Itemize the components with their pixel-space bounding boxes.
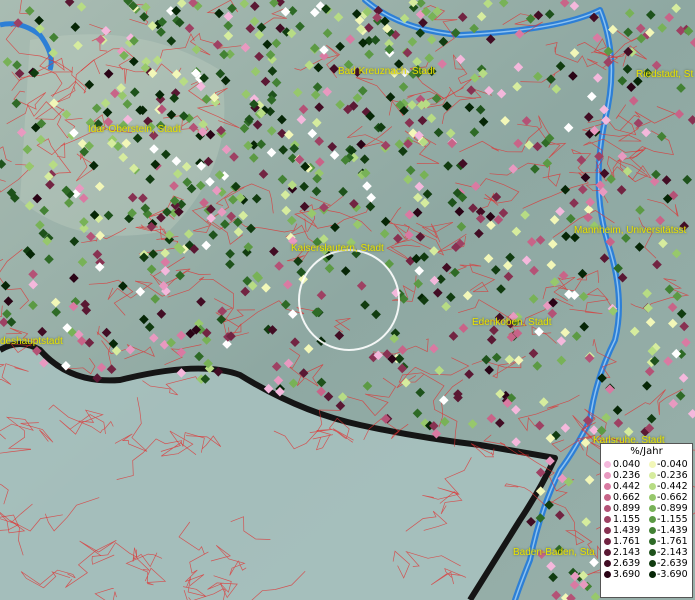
- legend-swatch-positive: [604, 560, 611, 567]
- legend-swatch-negative: [649, 527, 656, 534]
- legend-value-negative: -3.690: [657, 569, 688, 580]
- legend-swatch-positive: [604, 461, 611, 468]
- legend-row: 0.442 -0.442: [601, 481, 694, 492]
- legend-swatch-negative: [649, 549, 656, 556]
- city-label-edenkoben[interactable]: Edenkoben, Stadt: [472, 317, 552, 328]
- legend-value-positive: 1.439: [613, 525, 641, 536]
- legend-swatch-positive: [604, 505, 611, 512]
- legend-swatch-negative: [649, 472, 656, 479]
- legend-row: 2.639 -2.639: [601, 558, 694, 569]
- legend-value-positive: 0.899: [613, 503, 641, 514]
- legend-value-negative: -0.040: [657, 459, 688, 470]
- legend-row: 0.899 -0.899: [601, 503, 694, 514]
- legend-swatch-positive: [604, 538, 611, 545]
- legend-value-negative: -1.155: [657, 514, 688, 525]
- legend-row: 0.236 -0.236: [601, 470, 694, 481]
- legend-swatch-negative: [649, 571, 656, 578]
- city-label-riedstadt[interactable]: Riedstadt, St: [636, 69, 693, 80]
- legend-value-positive: 0.442: [613, 481, 641, 492]
- legend-swatch-positive: [604, 483, 611, 490]
- city-label-mannheim[interactable]: Mannheim, Universitätsst: [574, 225, 686, 236]
- legend-value-positive: 0.662: [613, 492, 641, 503]
- legend-swatch-negative: [649, 505, 656, 512]
- legend-swatch-positive: [604, 494, 611, 501]
- legend-value-negative: -0.442: [657, 481, 688, 492]
- legend-value-negative: -1.761: [657, 536, 688, 547]
- legend-value-negative: -0.236: [657, 470, 688, 481]
- legend-swatch-negative: [649, 494, 656, 501]
- legend-value-negative: -1.439: [657, 525, 688, 536]
- legend-swatch-positive: [604, 527, 611, 534]
- legend-row: 0.662 -0.662: [601, 492, 694, 503]
- legend-title: %/Jahr: [630, 446, 663, 457]
- legend-swatch-negative: [649, 560, 656, 567]
- legend-value-positive: 2.639: [613, 558, 641, 569]
- legend-row: 3.690 -3.690: [601, 569, 694, 580]
- legend-value-negative: -2.639: [657, 558, 688, 569]
- map-view[interactable]: Bad Kreuznach, Stadt Riedstadt, St Idar-…: [0, 0, 695, 600]
- city-label-idar-oberstein[interactable]: Idar-Oberstein, Stadt: [88, 124, 181, 135]
- city-label-bad-kreuznach[interactable]: Bad Kreuznach, Stadt: [338, 66, 435, 77]
- legend-swatch-negative: [649, 538, 656, 545]
- legend-value-negative: -0.899: [657, 503, 688, 514]
- legend-row: 1.155 -1.155: [601, 514, 694, 525]
- city-label-baden-baden[interactable]: Baden-Baden, Sta: [513, 547, 595, 558]
- legend-row: 1.439 -1.439: [601, 525, 694, 536]
- legend-value-positive: 1.761: [613, 536, 641, 547]
- legend-row: 1.761 -1.761: [601, 536, 694, 547]
- legend-swatch-negative: [649, 483, 656, 490]
- legend-value-negative: -2.143: [657, 547, 688, 558]
- city-label-landeshauptstadt[interactable]: deshauptstadt: [0, 336, 63, 347]
- legend-swatch-negative: [649, 461, 656, 468]
- legend: %/Jahr 0.040 -0.040 0.236 -0.236 0.442 -…: [600, 443, 693, 598]
- legend-value-positive: 0.236: [613, 470, 641, 481]
- legend-swatch-negative: [649, 516, 656, 523]
- legend-swatch-positive: [604, 549, 611, 556]
- city-label-kaiserslautern[interactable]: Kaiserslautern, Stadt: [291, 243, 384, 254]
- legend-swatch-positive: [604, 571, 611, 578]
- legend-swatch-positive: [604, 472, 611, 479]
- legend-value-positive: 2.143: [613, 547, 641, 558]
- legend-value-positive: 1.155: [613, 514, 641, 525]
- legend-swatch-positive: [604, 516, 611, 523]
- legend-row: 2.143 -2.143: [601, 547, 694, 558]
- legend-value-negative: -0.662: [657, 492, 688, 503]
- map-canvas[interactable]: [0, 0, 695, 600]
- legend-value-positive: 3.690: [613, 569, 641, 580]
- legend-row: 0.040 -0.040: [601, 459, 694, 470]
- legend-value-positive: 0.040: [613, 459, 641, 470]
